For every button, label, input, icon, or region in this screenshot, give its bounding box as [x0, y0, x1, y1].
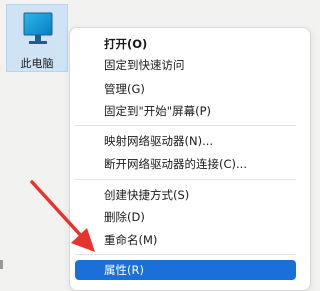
red-arrow-icon: [30, 180, 95, 252]
